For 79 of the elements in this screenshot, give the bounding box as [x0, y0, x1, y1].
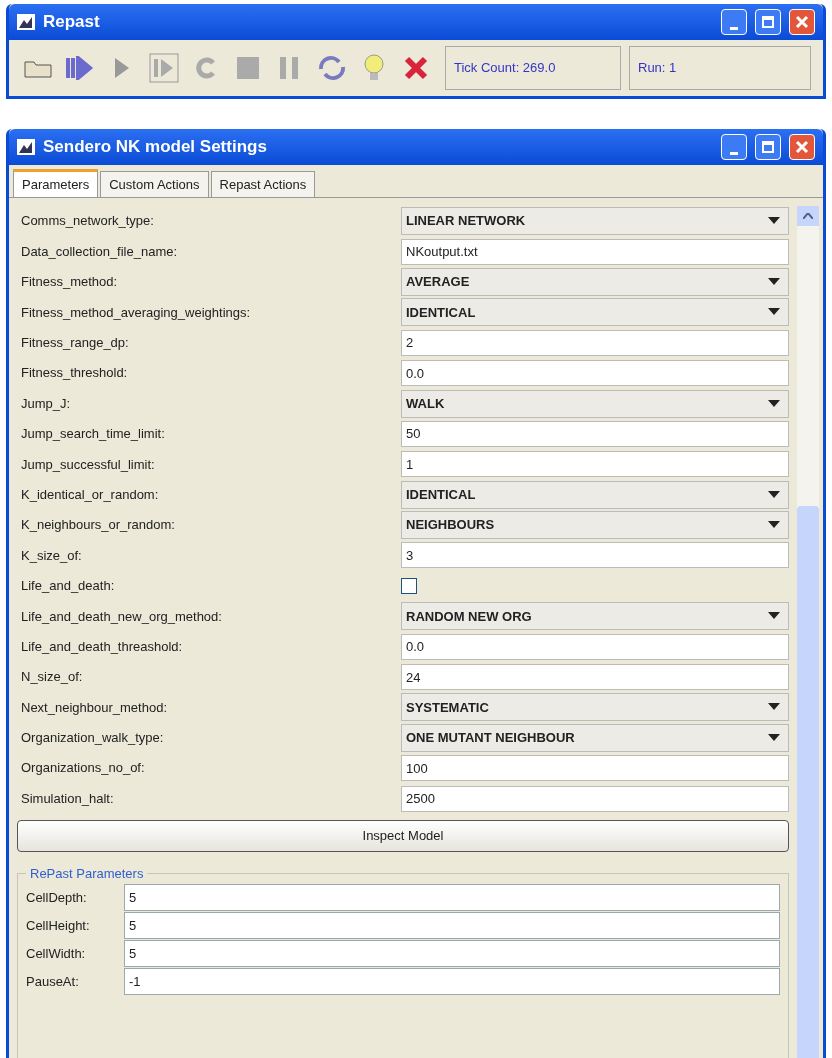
parameter-label: Next_neighbour_method:: [20, 698, 168, 717]
dropdown[interactable]: IDENTICAL: [401, 480, 789, 509]
dropdown[interactable]: RANDOM NEW ORG: [401, 602, 789, 631]
tick-count: Tick Count: 269.0: [445, 46, 621, 90]
parameter-label: Organization_walk_type:: [20, 729, 165, 748]
dropdown[interactable]: NEIGHBOURS: [401, 511, 789, 540]
input-field[interactable]: -1: [124, 967, 780, 995]
checkbox[interactable]: [401, 577, 417, 594]
window-title: Repast: [43, 11, 101, 34]
app-icon: [17, 139, 35, 155]
caret-icon: [768, 399, 780, 408]
group-title: RePast Parameters: [29, 864, 145, 883]
parameter-label: K_neighbours_or_random:: [20, 516, 176, 535]
parameter-label: K_size_of:: [20, 546, 83, 565]
tab[interactable]: Custom Actions: [100, 171, 209, 197]
dropdown[interactable]: WALK: [401, 389, 789, 418]
parameter-label: CellWidth:: [26, 944, 87, 963]
input-field[interactable]: 100: [401, 755, 789, 782]
parameter-label: Jump_J:: [20, 394, 72, 413]
input-field[interactable]: 5: [124, 911, 780, 939]
parameter-label: CellHeight:: [26, 916, 91, 935]
parameter-label: Life_and_death_threashold:: [20, 637, 184, 656]
parameter-label: N_size_of:: [20, 668, 84, 687]
maximize-button[interactable]: [755, 9, 781, 35]
scroll-up-icon: [803, 213, 813, 219]
parameter-label: K_identical_or_random:: [20, 485, 160, 504]
parameter-label: Life_and_death:: [20, 577, 116, 596]
input-field[interactable]: 1: [401, 451, 789, 478]
close-icon: [795, 140, 809, 154]
dropdown[interactable]: IDENTICAL: [401, 298, 789, 327]
parameter-label: Data_collection_file_name:: [20, 242, 179, 261]
parameter-label: Fitness_range_dp:: [20, 334, 130, 352]
dropdown[interactable]: AVERAGE: [401, 267, 789, 296]
parameter-label: Comms_network_type:: [20, 212, 155, 231]
minimize-button[interactable]: [721, 9, 747, 35]
caret-icon: [768, 521, 780, 530]
parameter-label: Jump_search_time_limit:: [20, 425, 166, 444]
tab[interactable]: Parameters: [13, 169, 99, 197]
window-title: Sendero NK model Settings: [43, 136, 268, 159]
parameter-label: PauseAt:: [26, 972, 80, 991]
input-field[interactable]: 5: [124, 939, 780, 967]
parameter-label: Fitness_method_averaging_weightings:: [20, 303, 252, 322]
app-icon: [17, 14, 35, 30]
tab[interactable]: Repast Actions: [210, 171, 316, 197]
maximize-button[interactable]: [755, 134, 781, 160]
run-counter: Run: 1: [629, 46, 811, 90]
dropdown[interactable]: ONE MUTANT NEIGHBOUR: [401, 723, 789, 752]
minimize-button[interactable]: [721, 134, 747, 160]
input-field[interactable]: 0.0: [401, 633, 789, 660]
parameter-label: Fitness_method:: [20, 273, 119, 292]
parameter-label: Simulation_halt:: [20, 789, 115, 808]
input-field[interactable]: 50: [401, 420, 789, 447]
input-field[interactable]: 0.0: [401, 360, 789, 387]
input-field[interactable]: 2: [401, 329, 789, 356]
dropdown[interactable]: LINEAR NETWORK: [401, 207, 789, 236]
parameter-label: Jump_successful_limit:: [20, 455, 156, 474]
caret-icon: [768, 733, 780, 742]
caret-icon: [768, 217, 780, 226]
close-button[interactable]: [789, 134, 815, 160]
dropdown[interactable]: SYSTEMATIC: [401, 693, 789, 722]
caret-icon: [768, 612, 780, 621]
parameter-label: CellDepth:: [26, 888, 88, 907]
scrollbar[interactable]: [797, 206, 819, 1058]
parameter-label: Fitness_threshold:: [20, 364, 129, 383]
parameter-label: Life_and_death_new_org_method:: [20, 607, 223, 626]
caret-icon: [768, 703, 780, 712]
input-field[interactable]: 24: [401, 664, 789, 691]
close-icon: [795, 15, 809, 29]
parameter-label: Organizations_no_of:: [20, 759, 146, 778]
caret-icon: [768, 308, 780, 317]
step-icon[interactable]: [147, 51, 181, 85]
inspect-model-button[interactable]: Inspect Model: [17, 819, 789, 852]
input-field[interactable]: NKoutput.txt: [401, 238, 789, 265]
input-field[interactable]: 2500: [401, 785, 789, 812]
caret-icon: [768, 490, 780, 499]
close-button[interactable]: [789, 9, 815, 35]
input-field[interactable]: 5: [124, 883, 780, 911]
input-field[interactable]: 3: [401, 542, 789, 569]
caret-icon: [768, 277, 780, 286]
